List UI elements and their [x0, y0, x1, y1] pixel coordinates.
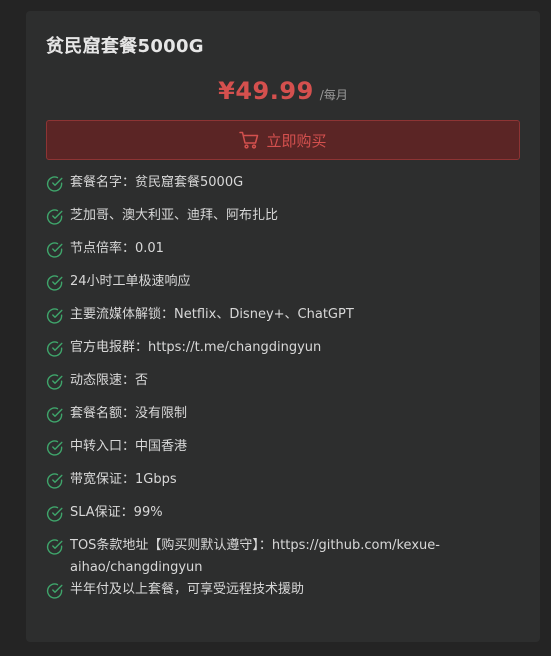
feature-text: 官方电报群：https://t.me/changdingyun [70, 340, 322, 355]
check-circle-icon [46, 506, 63, 522]
feature-item: 芝加哥、澳大利亚、迪拜、阿布扎比 [46, 205, 520, 238]
check-circle-icon [46, 341, 63, 357]
feature-text: 半年付及以上套餐，可享受远程技术援助 [70, 582, 305, 597]
plan-price: ¥49.99 [218, 77, 314, 105]
feature-item: 主要流媒体解锁：Netflix、Disney+、ChatGPT [46, 304, 520, 337]
feature-text: 套餐名字：贫民窟套餐5000G [70, 175, 244, 190]
feature-text: 芝加哥、澳大利亚、迪拜、阿布扎比 [70, 208, 279, 223]
check-circle-icon [46, 374, 63, 390]
buy-now-button[interactable]: 立即购买 [46, 120, 520, 160]
plan-title: 贫民窟套餐5000G [46, 36, 204, 57]
cart-icon [239, 131, 259, 149]
price-period: /每月 [319, 88, 348, 102]
feature-list: 套餐名字：贫民窟套餐5000G 芝加哥、澳大利亚、迪拜、阿布扎比 节点倍率：0.01… [46, 172, 520, 612]
feature-item: 官方电报群：https://t.me/changdingyun [46, 337, 520, 370]
check-circle-icon [46, 242, 63, 258]
feature-item: TOS条款地址【购买则默认遵守】：https://github.com/kexu… [46, 535, 520, 579]
buy-now-label: 立即购买 [266, 131, 327, 150]
check-circle-icon [46, 275, 63, 291]
feature-item: 半年付及以上套餐，可享受远程技术援助 [46, 579, 520, 612]
feature-text: 动态限速：否 [70, 373, 149, 388]
check-circle-icon [46, 583, 63, 599]
feature-text: 节点倍率：0.01 [70, 241, 164, 256]
check-circle-icon [46, 407, 63, 423]
check-circle-icon [46, 308, 63, 324]
check-circle-icon [46, 440, 63, 456]
feature-text: 带宽保证：1Gbps [70, 472, 177, 487]
feature-text: 主要流媒体解锁：Netflix、Disney+、ChatGPT [70, 307, 354, 322]
feature-item: SLA保证：99% [46, 502, 520, 535]
feature-text: SLA保证：99% [70, 505, 163, 520]
check-circle-icon [46, 209, 63, 225]
feature-item: 套餐名字：贫民窟套餐5000G [46, 172, 520, 205]
feature-text: 套餐名额：没有限制 [70, 406, 188, 421]
check-circle-icon [46, 539, 63, 555]
feature-item: 动态限速：否 [46, 370, 520, 403]
feature-item: 24小时工单极速响应 [46, 271, 520, 304]
feature-text: 24小时工单极速响应 [70, 274, 191, 289]
check-circle-icon [46, 176, 63, 192]
feature-item: 节点倍率：0.01 [46, 238, 520, 271]
feature-item: 中转入口：中国香港 [46, 436, 520, 469]
plan-card: 贫民窟套餐5000G ¥49.99 /每月 立即购买 套餐名字：贫民窟套餐500… [26, 11, 540, 642]
feature-text: TOS条款地址【购买则默认遵守】：https://github.com/kexu… [70, 538, 440, 575]
feature-item: 套餐名额：没有限制 [46, 403, 520, 436]
check-circle-icon [46, 473, 63, 489]
feature-item: 带宽保证：1Gbps [46, 469, 520, 502]
price-row: ¥49.99 /每月 [46, 77, 520, 111]
feature-text: 中转入口：中国香港 [70, 439, 188, 454]
